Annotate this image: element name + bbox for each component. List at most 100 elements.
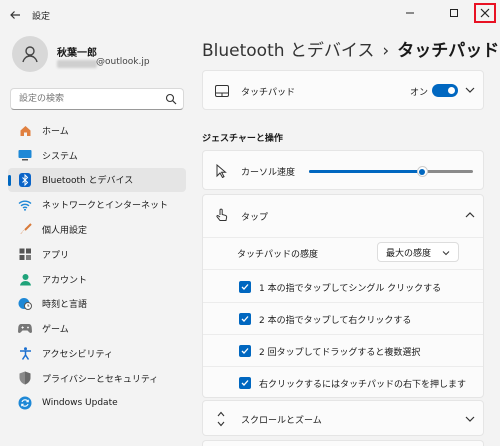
shield-icon [18,371,32,385]
sidebar-item-label: システム [42,151,78,162]
tap-option-row[interactable]: 2 本の指でタップして右クリックする [203,307,483,331]
option-label: 右クリックするにはタッチパッドの右下を押します [259,379,467,390]
breadcrumb-separator: › [382,41,390,61]
close-icon [480,8,490,18]
person-icon [18,272,32,286]
option-label: 2 本の指でタップして右クリックする [259,315,412,326]
checkbox-bottom-right-press[interactable] [239,377,251,389]
next-card-partial [202,440,484,446]
check-icon [241,316,249,322]
checkbox-right-click[interactable] [239,313,251,325]
divider [203,366,483,367]
checkbox-single-click[interactable] [239,281,251,293]
chevron-down-icon [442,251,450,256]
sensitivity-label: タッチパッドの感度 [237,250,319,260]
checkbox-drag-select[interactable] [239,345,251,357]
sidebar-item-time-language[interactable]: 時刻と言語 [8,292,186,317]
minimize-button[interactable] [398,2,422,24]
sidebar-item-label: アクセシビリティ [42,350,114,361]
wifi-icon [18,198,32,212]
sidebar-item-personalization[interactable]: 個人用設定 [8,217,186,242]
sidebar-item-label: アプリ [42,250,70,261]
cursor-speed-slider[interactable] [309,166,473,177]
chevron-up-icon[interactable] [465,211,475,219]
minimize-icon [406,12,414,14]
divider [203,334,483,335]
search-input[interactable] [11,89,151,109]
apps-icon [18,247,32,261]
scroll-zoom-label: スクロールとズーム [241,416,322,426]
option-label: 1 本の指でタップしてシングル クリックする [259,283,442,294]
divider [203,302,483,303]
touchpad-card[interactable]: タッチパッド オン [202,70,484,110]
scroll-zoom-card[interactable]: スクロールとズーム [202,400,484,436]
tap-option-row[interactable]: 右クリックするにはタッチパッドの右下を押します [203,371,483,395]
sidebar-item-accessibility[interactable]: アクセシビリティ [8,341,186,366]
sidebar-item-home[interactable]: ホーム [8,118,186,143]
sidebar-item-label: 時刻と言語 [42,300,88,311]
cursor-speed-label: カーソル速度 [241,168,296,178]
maximize-icon [450,9,458,17]
close-button[interactable] [474,3,496,23]
sensitivity-dropdown[interactable]: 最大の感度 [377,242,459,262]
cursor-speed-slider-thumb[interactable] [416,166,428,177]
monitor-icon [18,148,32,162]
tap-card: タップ タッチパッドの感度 最大の感度 1 本の指でタップしてシングル クリック… [202,194,484,398]
gamepad-icon [18,322,32,336]
maximize-button[interactable] [442,2,466,24]
sidebar-item-accounts[interactable]: アカウント [8,267,186,292]
back-arrow-icon [10,11,20,19]
divider [203,237,483,238]
tap-option-row[interactable]: 1 本の指でタップしてシングル クリックする [203,275,483,299]
sidebar-item-gaming[interactable]: ゲーム [8,316,186,341]
touchpad-state: オン [410,88,429,98]
sidebar-nav: ホーム システム Bluetooth とデバイス ネットワークとインターネット … [8,118,186,416]
person-icon [22,46,38,63]
tap-hand-icon [216,208,228,221]
check-icon [241,380,249,386]
sidebar-item-windows-update[interactable]: Windows Update [8,391,186,416]
sidebar-item-bluetooth[interactable]: Bluetooth とデバイス [8,167,186,193]
sidebar-item-privacy[interactable]: プライバシーとセキュリティ [8,366,186,391]
sidebar-item-label: Windows Update [42,398,118,409]
check-icon [241,284,249,290]
tap-option-row[interactable]: 2 回タップしてドラッグすると複数選択 [203,339,483,363]
sidebar-item-label: Bluetooth とデバイス [42,176,134,187]
option-label: 2 回タップしてドラッグすると複数選択 [259,347,421,358]
scroll-arrows-icon [217,411,225,427]
accessibility-icon [18,347,32,361]
breadcrumb-parent[interactable]: Bluetooth とデバイス [202,41,374,61]
sidebar-item-label: アカウント [42,275,88,286]
chevron-down-icon[interactable] [465,415,475,423]
user-name: 秋葉一郎 [57,48,97,59]
cursor-speed-card: カーソル速度 [202,150,484,190]
cursor-icon [216,164,227,178]
chevron-down-icon[interactable] [465,86,475,94]
brush-icon [18,223,32,237]
check-icon [241,348,249,354]
cursor-speed-slider-fill [309,170,423,173]
touchpad-label: タッチパッド [241,88,296,98]
sidebar-item-label: ゲーム [42,325,69,336]
bluetooth-icon [18,172,32,187]
app-title: 設定 [32,12,51,22]
home-icon [18,123,32,137]
globe-clock-icon [18,297,32,311]
gestures-section-header: ジェスチャーと操作 [202,134,283,144]
avatar[interactable] [12,36,48,72]
touchpad-icon [215,85,229,97]
sidebar-item-network[interactable]: ネットワークとインターネット [8,192,186,217]
search-box[interactable] [10,88,184,110]
user-email: @outlook.jp [96,57,150,67]
title-bar: 設定 [0,0,500,30]
update-icon [18,396,32,410]
sidebar-item-apps[interactable]: アプリ [8,242,186,267]
sidebar-item-system[interactable]: システム [8,143,186,168]
sidebar-item-label: プライバシーとセキュリティ [42,374,159,385]
search-icon [165,93,177,105]
back-button[interactable] [6,6,24,24]
sidebar-item-label: 個人用設定 [42,226,88,237]
divider [203,269,483,270]
touchpad-toggle[interactable] [432,84,458,97]
tap-label: タップ [241,213,269,223]
